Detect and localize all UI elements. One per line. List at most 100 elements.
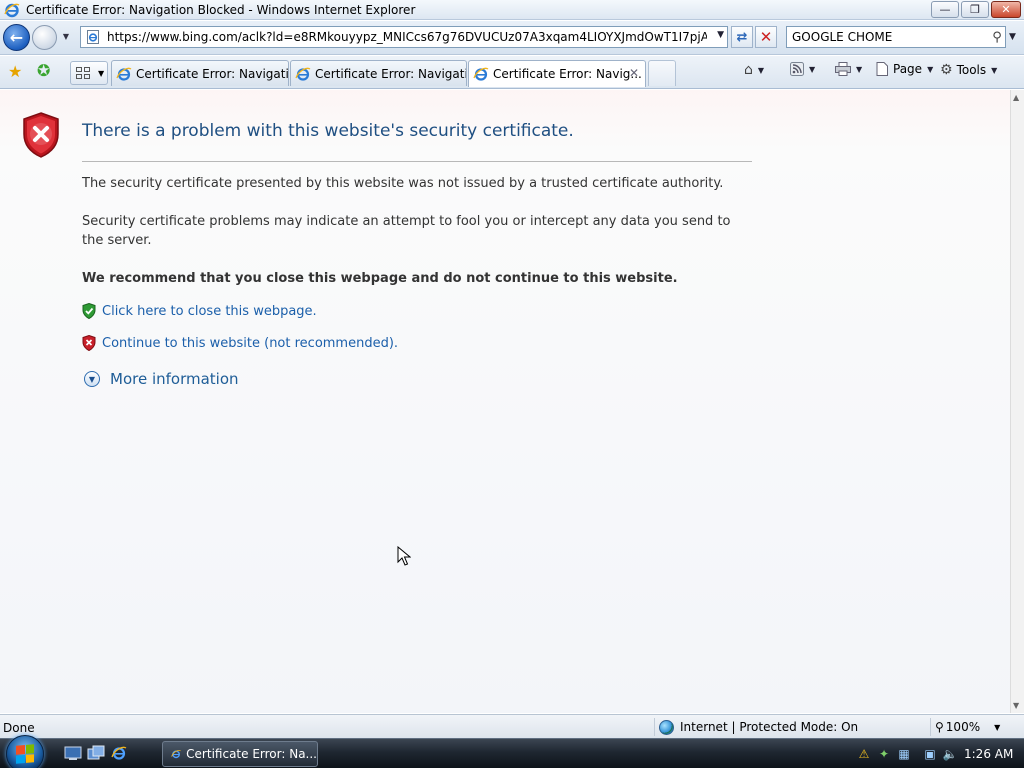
tab-bar: ★ ✪ ▼ Certificate Error: Navigatio... Ce… bbox=[0, 56, 1024, 89]
close-webpage-link[interactable]: Click here to close this webpage. bbox=[82, 303, 317, 319]
error-heading: There is a problem with this website's s… bbox=[82, 121, 574, 141]
page-icon bbox=[87, 30, 99, 44]
volume-muted-icon[interactable]: 🔈 bbox=[942, 746, 958, 762]
ie-logo-icon bbox=[4, 3, 20, 17]
back-arrow-icon: ← bbox=[9, 28, 24, 47]
quick-tabs-icon bbox=[76, 67, 90, 79]
tab-label: Certificate Error: Navigatio... bbox=[315, 66, 466, 81]
refresh-icon: ⇄ bbox=[736, 29, 748, 45]
security-zone[interactable]: Internet | Protected Mode: On bbox=[654, 718, 858, 736]
zoom-control[interactable]: ⚲ 100% ▼ bbox=[930, 718, 1000, 736]
search-provider-dropdown[interactable]: ▼ bbox=[1009, 32, 1016, 42]
recent-pages-dropdown[interactable]: ▼ bbox=[60, 32, 72, 44]
recommendation-text: We recommend that you close this webpage… bbox=[82, 271, 678, 286]
address-dropdown[interactable]: ▼ bbox=[717, 30, 724, 40]
tab-1[interactable]: Certificate Error: Navigatio... bbox=[111, 60, 289, 86]
continue-website-label: Continue to this website (not recommende… bbox=[102, 335, 399, 351]
stop-icon: ✕ bbox=[759, 28, 773, 46]
search-icon[interactable]: ⚲ bbox=[989, 30, 1005, 45]
scroll-down-arrow[interactable]: ▼ bbox=[1013, 701, 1019, 710]
security-warning: Security certificate problems may indica… bbox=[82, 214, 731, 248]
page-menu-icon bbox=[876, 62, 888, 76]
tab-label: Certificate Error: Navig... bbox=[493, 67, 642, 81]
zone-label: Internet | Protected Mode: On bbox=[680, 720, 859, 734]
system-clock[interactable]: 1:26 AM bbox=[964, 747, 1013, 761]
forward-button[interactable] bbox=[32, 25, 57, 50]
tools-menu-button[interactable]: ⚙ Tools ▼ bbox=[940, 62, 997, 78]
page-content: There is a problem with this website's s… bbox=[0, 90, 1010, 713]
internet-explorer-icon[interactable] bbox=[110, 745, 128, 761]
printer-icon bbox=[835, 62, 851, 76]
add-favorites-icon[interactable]: ✪ bbox=[37, 61, 50, 80]
close-button[interactable]: ✕ bbox=[991, 1, 1021, 18]
status-bar: Done Internet | Protected Mode: On ⚲ 100… bbox=[0, 714, 1024, 738]
security-alert-icon[interactable]: ⚠ bbox=[856, 746, 872, 762]
feeds-dropdown[interactable]: ▼ bbox=[809, 65, 815, 74]
status-text: Done bbox=[3, 721, 35, 735]
navigation-bar: ← ▼ https://www.bing.com/aclk?ld=e8RMkou… bbox=[0, 21, 1024, 55]
tab-close-icon[interactable]: ✕ bbox=[629, 66, 639, 80]
search-input[interactable]: GOOGLE CHOME bbox=[792, 30, 989, 44]
ie-page-icon bbox=[295, 67, 311, 81]
back-button[interactable]: ← bbox=[3, 24, 30, 51]
close-webpage-label: Click here to close this webpage. bbox=[102, 303, 317, 319]
window-title: Certificate Error: Navigation Blocked - … bbox=[26, 2, 416, 17]
ie-page-icon bbox=[116, 67, 132, 81]
network-tools-icon[interactable]: ✦ bbox=[876, 746, 892, 762]
stop-button[interactable]: ✕ bbox=[755, 26, 777, 48]
tab-list-dropdown[interactable]: ▼ bbox=[98, 69, 104, 78]
tab-3-active[interactable]: Certificate Error: Navig... ✕ bbox=[468, 60, 646, 87]
print-dropdown[interactable]: ▼ bbox=[856, 65, 862, 74]
minimize-button[interactable]: — bbox=[931, 1, 959, 18]
title-bar: Certificate Error: Navigation Blocked - … bbox=[0, 0, 1024, 20]
url-text[interactable]: https://www.bing.com/aclk?ld=e8RMkouyypz… bbox=[107, 30, 707, 44]
taskbar-window-button[interactable]: Certificate Error: Na... bbox=[162, 741, 318, 767]
continue-website-link[interactable]: Continue to this website (not recommende… bbox=[82, 335, 398, 351]
page-menu-label: Page bbox=[893, 62, 923, 76]
gear-icon: ⚙ bbox=[940, 62, 953, 78]
taskbar: Certificate Error: Na... ⚠ ✦ ▦ ▣ 🔈 1:26 … bbox=[0, 735, 1024, 768]
more-information-toggle[interactable]: ▼ More information bbox=[84, 370, 239, 388]
green-shield-icon bbox=[82, 303, 96, 319]
tab-2[interactable]: Certificate Error: Navigatio... bbox=[290, 60, 467, 86]
refresh-button[interactable]: ⇄ bbox=[731, 26, 753, 48]
tab-label: Certificate Error: Navigatio... bbox=[136, 66, 288, 81]
search-box[interactable]: GOOGLE CHOME ⚲ bbox=[786, 26, 1006, 48]
mouse-cursor-icon bbox=[397, 546, 411, 566]
vertical-scrollbar[interactable]: ▲ ▼ bbox=[1010, 90, 1024, 713]
red-shield-icon bbox=[82, 335, 96, 351]
scroll-up-arrow[interactable]: ▲ bbox=[1013, 93, 1019, 102]
address-bar[interactable]: https://www.bing.com/aclk?ld=e8RMkouyypz… bbox=[80, 26, 728, 48]
home-button[interactable]: ⌂ ▼ bbox=[744, 62, 764, 78]
start-button[interactable] bbox=[6, 735, 44, 768]
page-menu-button[interactable]: Page ▼ bbox=[875, 62, 933, 76]
ie-window-icon bbox=[171, 750, 181, 759]
print-button[interactable]: ▼ bbox=[835, 62, 862, 76]
divider bbox=[82, 161, 752, 162]
zoom-level: 100% bbox=[945, 720, 981, 734]
quick-tabs-button[interactable]: ▼ bbox=[70, 61, 108, 85]
page-dropdown-arrow: ▼ bbox=[927, 64, 934, 74]
ie-page-icon bbox=[473, 67, 489, 81]
globe-icon bbox=[659, 719, 674, 735]
zoom-dropdown[interactable]: ▼ bbox=[994, 723, 1000, 732]
more-information-label: More information bbox=[110, 370, 239, 388]
windows-logo-icon bbox=[16, 744, 34, 764]
taskbar-window-label: Certificate Error: Na... bbox=[186, 747, 317, 761]
tools-menu-label: Tools bbox=[956, 63, 987, 77]
favorites-star-icon[interactable]: ★ bbox=[8, 62, 22, 81]
show-desktop-icon[interactable] bbox=[64, 745, 82, 761]
error-description: The security certificate presented by th… bbox=[82, 176, 724, 191]
network-icon[interactable]: ▣ bbox=[922, 746, 938, 762]
home-dropdown[interactable]: ▼ bbox=[758, 66, 764, 75]
new-tab-button[interactable] bbox=[648, 60, 676, 86]
feeds-button[interactable]: ▼ bbox=[790, 62, 815, 76]
home-icon: ⌂ bbox=[744, 62, 753, 78]
switch-windows-icon[interactable] bbox=[87, 745, 105, 761]
maximize-button[interactable]: ❐ bbox=[961, 1, 989, 18]
chevron-down-icon: ▼ bbox=[84, 371, 100, 387]
windows-update-icon[interactable]: ▦ bbox=[896, 746, 912, 762]
shield-error-icon bbox=[23, 112, 59, 158]
tools-dropdown-arrow: ▼ bbox=[991, 65, 998, 75]
zoom-icon: ⚲ bbox=[935, 720, 944, 734]
